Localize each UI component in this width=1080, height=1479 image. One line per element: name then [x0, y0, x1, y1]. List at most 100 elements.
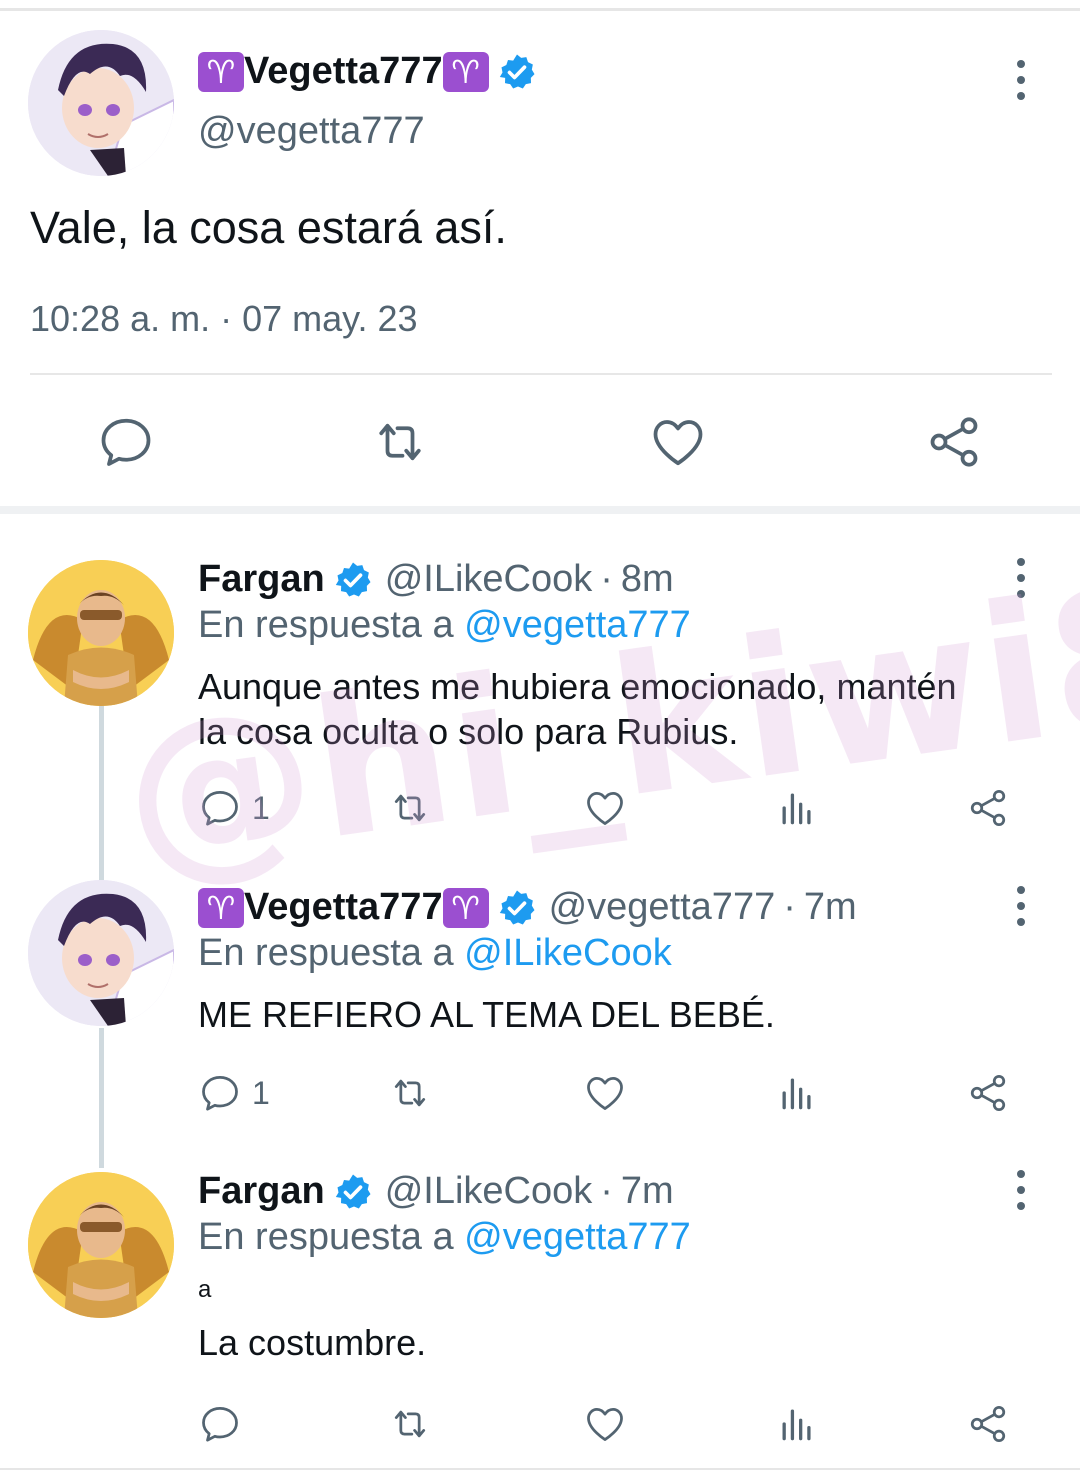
reply-context: En respuesta a @ILikeCook	[198, 932, 672, 975]
like-action[interactable]	[583, 783, 627, 833]
retweet-action[interactable]	[388, 1068, 432, 1118]
reply-meta: ♈ Vegetta777 ♈ @vegetta777 · 7m	[198, 886, 857, 929]
aries-emoji-icon: ♈	[442, 887, 489, 928]
share-action[interactable]	[966, 1068, 1010, 1118]
reply-text: La costumbre.	[198, 1320, 426, 1365]
vegetta-avatar-image	[28, 880, 174, 1026]
handle[interactable]: @ILikeCook	[385, 558, 593, 601]
display-name[interactable]: Vegetta777	[244, 886, 443, 929]
tweet-timestamp: 10:28 a. m. · 07 may. 23	[30, 298, 418, 339]
separator-dot: ·	[600, 1170, 613, 1212]
reply-meta: Fargan @ILikeCook · 8m	[198, 558, 674, 601]
reply-icon[interactable]	[198, 1402, 242, 1446]
retweet-icon[interactable]	[388, 1071, 432, 1115]
reply-text: ME REFIERO AL TEMA DEL BEBÉ.	[198, 992, 775, 1037]
more-options-icon[interactable]	[1015, 1170, 1027, 1210]
verified-badge-icon	[499, 54, 535, 88]
reply-time[interactable]: 7m	[804, 886, 857, 929]
reply-text-line: Aunque antes me hubiera emocionado, mant…	[198, 666, 957, 707]
reply-icon[interactable]	[198, 786, 242, 830]
retweet-icon[interactable]	[388, 786, 432, 830]
reply-icon[interactable]	[198, 1071, 242, 1115]
reply-tweet: ♈ Vegetta777 ♈ @vegetta777 · 7m En respu…	[0, 878, 1080, 1148]
reply-text: Aunque antes me hubiera emocionado, mant…	[198, 664, 957, 754]
fargan-avatar-image	[28, 1172, 174, 1318]
mention-link[interactable]: @vegetta777	[464, 1216, 691, 1258]
reply-label: En respuesta a	[198, 604, 454, 646]
avatar[interactable]	[28, 1172, 174, 1318]
like-heart-icon[interactable]	[583, 1402, 627, 1446]
reply-context: En respuesta a @vegetta777	[198, 604, 691, 647]
retweet-icon[interactable]	[388, 1402, 432, 1446]
fargan-avatar-image	[28, 560, 174, 706]
display-name[interactable]: Fargan	[198, 1170, 325, 1213]
verified-badge-icon	[499, 890, 535, 924]
handle[interactable]: @ILikeCook	[385, 1170, 593, 1213]
like-heart-icon[interactable]	[583, 786, 627, 830]
avatar[interactable]	[28, 30, 174, 176]
display-name[interactable]: Fargan	[198, 558, 325, 601]
analytics-bars-icon[interactable]	[775, 1071, 819, 1115]
avatar[interactable]	[28, 560, 174, 706]
retweet-action[interactable]	[388, 783, 432, 833]
separator-dot: ·	[600, 558, 613, 600]
verified-badge-icon	[335, 1174, 371, 1208]
reply-count: 1	[252, 789, 270, 826]
action-bar: 1	[198, 1068, 1028, 1118]
share-action[interactable]	[966, 1399, 1010, 1449]
views-action[interactable]	[775, 1399, 819, 1449]
more-options-icon[interactable]	[1015, 886, 1027, 926]
handle[interactable]: @vegetta777	[198, 110, 425, 153]
like-action[interactable]	[583, 1399, 627, 1449]
reply-action[interactable]: 1	[198, 1068, 270, 1118]
mention-link[interactable]: @vegetta777	[464, 604, 691, 646]
more-options-icon[interactable]	[1015, 558, 1027, 598]
retweet-icon[interactable]	[370, 412, 430, 472]
handle[interactable]: @vegetta777	[549, 886, 776, 929]
mention-link[interactable]: @ILikeCook	[464, 932, 672, 974]
share-action[interactable]	[966, 783, 1010, 833]
reply-text-line: La costumbre.	[198, 1322, 427, 1363]
share-icon[interactable]	[966, 1402, 1010, 1446]
reply-icon[interactable]	[96, 412, 156, 472]
tweet-text: Vale, la cosa estará así.	[30, 202, 507, 253]
aries-emoji-icon: ♈	[198, 887, 244, 928]
main-tweet: ♈ Vegetta777 ♈ @vegetta777 Vale, la cosa…	[0, 0, 1080, 510]
views-action[interactable]	[775, 1068, 819, 1118]
reply-tweet: Fargan @ILikeCook · 7m En respuesta a @v…	[0, 1162, 1080, 1462]
reply-meta: Fargan @ILikeCook · 7m	[198, 1170, 674, 1213]
vegetta-avatar-image	[28, 30, 174, 176]
retweet-action[interactable]	[388, 1399, 432, 1449]
reply-text-line: la cosa oculta o solo para Rubius.	[198, 711, 739, 752]
divider	[30, 373, 1052, 375]
aries-emoji-icon: ♈	[198, 51, 244, 92]
reply-tweet: Fargan @ILikeCook · 8m En respuesta a @v…	[0, 550, 1080, 850]
bottom-divider	[0, 1468, 1080, 1470]
analytics-bars-icon[interactable]	[775, 786, 819, 830]
action-bar: 1	[198, 783, 1028, 833]
share-icon[interactable]	[924, 412, 984, 472]
reply-label: En respuesta a	[198, 932, 454, 974]
display-name[interactable]: Vegetta777	[244, 50, 443, 93]
reply-action[interactable]: 1	[198, 783, 270, 833]
like-action[interactable]	[583, 1068, 627, 1118]
verified-badge-icon	[335, 562, 371, 596]
separator-dot: ·	[783, 886, 796, 928]
aries-emoji-icon: ♈	[442, 51, 489, 92]
like-heart-icon[interactable]	[648, 412, 708, 472]
avatar[interactable]	[28, 880, 174, 1026]
reply-label: En respuesta a	[198, 1216, 454, 1258]
reply-text-line: ME REFIERO AL TEMA DEL BEBÉ.	[198, 994, 775, 1035]
reply-action[interactable]	[198, 1399, 252, 1449]
analytics-bars-icon[interactable]	[775, 1402, 819, 1446]
reply-time[interactable]: 8m	[621, 558, 674, 601]
section-separator	[0, 506, 1080, 514]
share-icon[interactable]	[966, 786, 1010, 830]
views-action[interactable]	[775, 783, 819, 833]
action-bar	[198, 1399, 1028, 1449]
reply-time[interactable]: 7m	[621, 1170, 674, 1213]
more-options-icon[interactable]	[1015, 60, 1027, 100]
author-name-row: ♈ Vegetta777 ♈	[198, 50, 537, 93]
like-heart-icon[interactable]	[583, 1071, 627, 1115]
share-icon[interactable]	[966, 1071, 1010, 1115]
